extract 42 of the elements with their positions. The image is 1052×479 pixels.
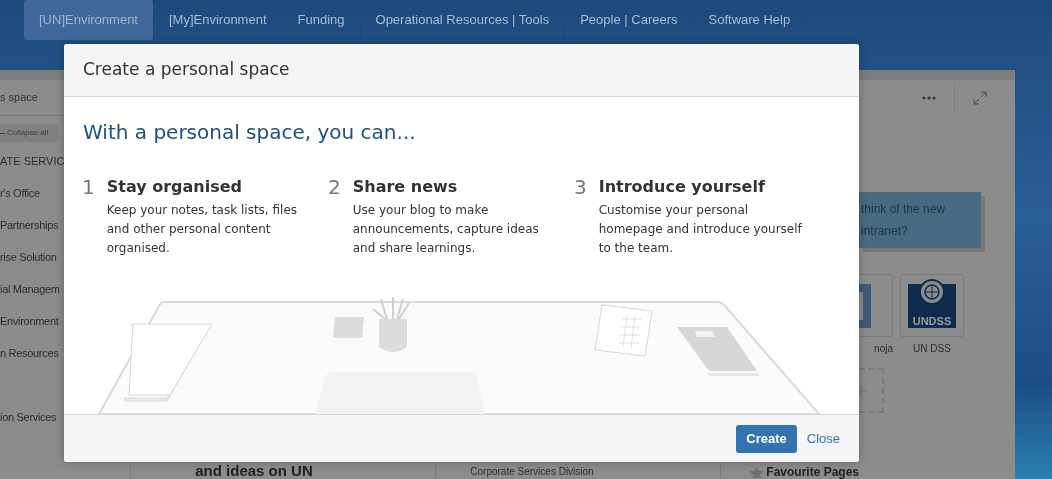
step-number: 1 (82, 175, 95, 201)
favourites-title: Favourite Pages (766, 466, 859, 478)
tree-item[interactable]: Partnerships (0, 218, 64, 232)
feature-title: Stay organised (106, 176, 244, 198)
star-icon[interactable] (748, 466, 765, 478)
nav-tab[interactable]: Operational Resources | Tools (360, 0, 566, 40)
nav-tab[interactable]: [My]Environment (154, 0, 283, 40)
step-number: 2 (328, 175, 341, 201)
step-number: 3 (574, 175, 587, 201)
expand-icon[interactable] (973, 91, 987, 105)
nav-tab[interactable]: Software Help (693, 0, 807, 40)
tree-item[interactable]: r's Office (0, 186, 64, 200)
nav-tab[interactable]: Funding (282, 0, 361, 40)
feature-description: Keep your notes, task lists, files and other personal content organised. (106, 202, 299, 257)
feature-title: Introduce yourself (598, 176, 766, 198)
nav-tab[interactable]: People | Careers (565, 0, 694, 40)
create-button[interactable]: Create (736, 424, 797, 453)
app-tile[interactable] (859, 274, 893, 337)
tree-item[interactable]: rise Solution (0, 250, 64, 264)
feature-description: Use your blog to make announcements, capture ideas and share learnings. (352, 202, 540, 257)
dialog-title: Create a personal space (83, 58, 290, 82)
close-link[interactable]: Close (806, 428, 840, 449)
division-label: Corporate Services Division (470, 466, 595, 478)
content-heading: and ideas on UN (195, 464, 314, 478)
tree-item[interactable]: n Resources (0, 346, 64, 360)
app-label: UN DSS (913, 342, 951, 356)
logo-text: UNDSS (912, 315, 952, 327)
feature-description: Customise your personal homepage and introduce yourself to the team. (598, 202, 803, 257)
banner-text: intranet? (861, 223, 909, 240)
plus-icon (859, 383, 867, 398)
section-heading: ATE SERVIC (0, 154, 64, 168)
bracket-logo-icon (859, 283, 871, 328)
tree-item[interactable]: ial Managem (0, 282, 64, 296)
app-label: noja (874, 342, 893, 356)
more-icon[interactable] (922, 96, 936, 100)
tree-item[interactable]: Environment (0, 314, 64, 328)
dialog-heading: With a personal space, you can... (83, 119, 417, 146)
nav-tab[interactable]: [UN]Environment (24, 0, 154, 40)
feature-title: Share news (352, 176, 459, 198)
minus-icon (0, 131, 5, 135)
tree-item[interactable]: ion Services (0, 410, 64, 424)
app-tile[interactable]: UNDSS (900, 274, 964, 337)
